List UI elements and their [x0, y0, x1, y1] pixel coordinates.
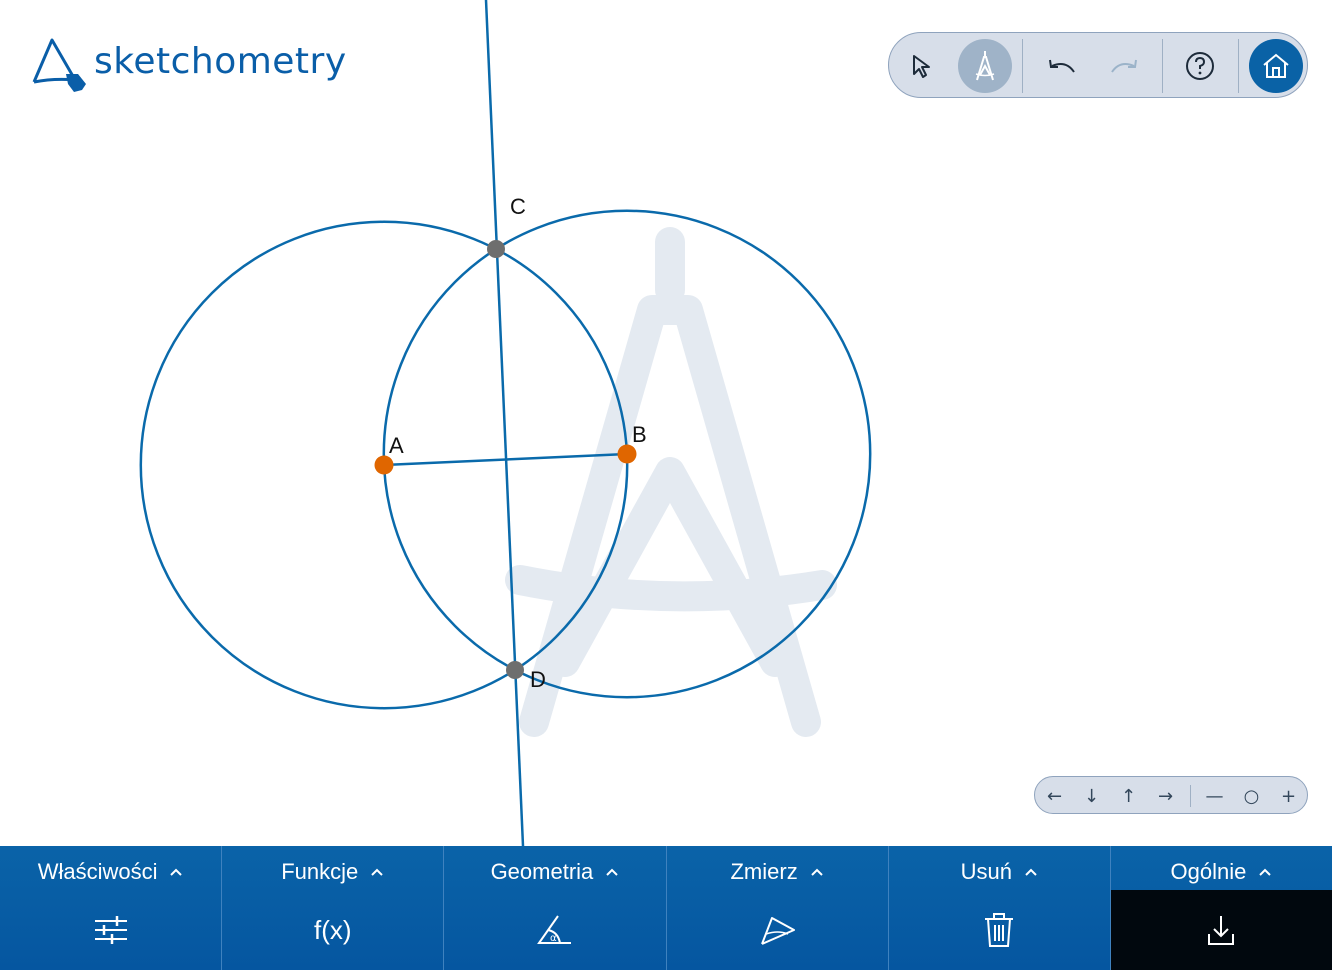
pan-right-button[interactable]: →	[1147, 777, 1184, 815]
point-d[interactable]	[506, 661, 524, 679]
undo-button[interactable]	[1034, 39, 1088, 93]
function-icon: f(x)	[313, 914, 352, 945]
panel-measure[interactable]: Zmierz	[666, 846, 889, 970]
main-toolbar	[888, 32, 1308, 98]
chevron-up-icon	[170, 868, 183, 876]
panel-functions-label: Funkcje	[281, 859, 359, 884]
panel-geometry[interactable]: Geometria α	[444, 846, 667, 970]
trash-icon	[985, 913, 1014, 947]
cursor-icon	[913, 55, 930, 78]
line-cd[interactable]	[484, 0, 525, 846]
redo-button[interactable]	[1098, 39, 1152, 93]
help-icon	[1186, 52, 1214, 80]
point-d-label: D	[530, 667, 546, 692]
panel-geometry-label: Geometria	[490, 859, 594, 884]
point-b-label: B	[632, 422, 647, 447]
point-a[interactable]	[374, 455, 394, 475]
chevron-up-icon	[606, 868, 618, 876]
pan-down-button[interactable]: ↓	[1073, 777, 1110, 815]
compass-icon	[975, 51, 995, 81]
panel-functions[interactable]: Funkcje f(x)	[222, 846, 445, 970]
chevron-up-icon	[371, 868, 383, 876]
download-icon	[1208, 916, 1235, 945]
home-icon	[1263, 53, 1289, 78]
panel-measure-label: Zmierz	[730, 859, 798, 884]
home-button[interactable]	[1249, 39, 1303, 93]
undo-icon	[1049, 59, 1075, 73]
panel-general-label: Ogólnie	[1170, 859, 1247, 884]
zoom-reset-button[interactable]: ○	[1233, 777, 1270, 815]
help-button[interactable]	[1173, 39, 1227, 93]
zoom-out-button[interactable]: —	[1196, 777, 1233, 815]
point-c[interactable]	[487, 240, 505, 258]
point-c-label: C	[510, 194, 526, 219]
chevron-up-icon	[810, 868, 823, 876]
measure-icon	[761, 917, 796, 945]
angle-icon: α	[536, 915, 571, 944]
redo-icon	[1111, 59, 1137, 73]
app-logo-text: sketchometry	[94, 40, 347, 82]
panel-general[interactable]: Ogólnie	[1110, 846, 1332, 970]
svg-text:α: α	[550, 933, 557, 944]
logo-icon	[32, 38, 86, 92]
chevron-up-icon	[1025, 868, 1037, 876]
app-logo: sketchometry	[30, 34, 347, 96]
panel-properties-label: Właściwości	[37, 859, 158, 884]
compass-watermark	[505, 227, 837, 737]
point-a-label: A	[389, 433, 404, 458]
zoom-in-button[interactable]: +	[1270, 777, 1307, 815]
sliders-icon	[94, 916, 127, 944]
navigation-bar: ← ↓ ↑ → — ○ +	[1034, 776, 1308, 814]
panel-delete-label: Usuń	[960, 859, 1012, 884]
panel-delete[interactable]: Usuń	[888, 846, 1111, 970]
point-b[interactable]	[617, 444, 637, 464]
bottom-menu-bar: Właściwości Funkcje f(x) Geometria α Zmi…	[0, 846, 1332, 970]
panel-properties[interactable]: Właściwości	[0, 846, 223, 970]
construct-tool-button[interactable]	[958, 39, 1012, 93]
geometry-canvas[interactable]: A B C D	[0, 0, 1332, 846]
select-tool-button[interactable]	[895, 39, 949, 93]
pan-up-button[interactable]: ↑	[1110, 777, 1147, 815]
chevron-up-icon	[1259, 868, 1272, 876]
pan-left-button[interactable]: ←	[1036, 777, 1073, 815]
